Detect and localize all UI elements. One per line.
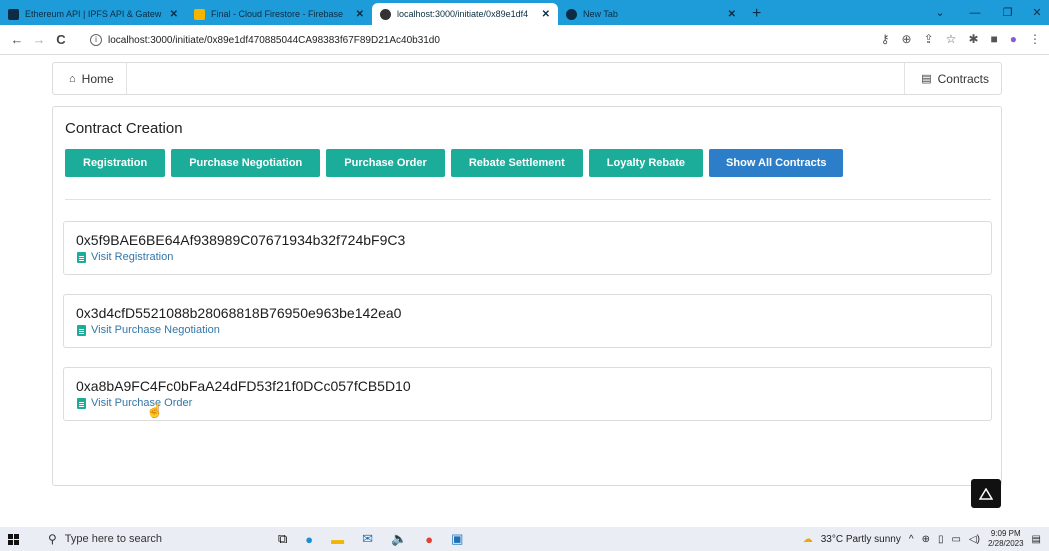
divider <box>65 199 991 200</box>
nav-contracts-label: Contracts <box>937 71 989 86</box>
contract-address: 0x3d4cfD5521088b28068818B76950e963be142e… <box>76 305 402 321</box>
contract-type-buttons: Registration Purchase Negotiation Purcha… <box>65 149 844 177</box>
triangle-up-icon <box>979 487 993 500</box>
tab-label: New Tab <box>583 9 618 19</box>
notification-icon[interactable]: ▤ <box>1032 534 1041 545</box>
store-icon[interactable]: ▣ <box>451 531 463 547</box>
home-icon: ⌂ <box>69 72 76 85</box>
chrome-icon <box>566 8 577 20</box>
sidebar-icon[interactable]: ■ <box>991 32 998 46</box>
contract-address: 0x5f9BAE6BE64Af938989C07671934b32f724bF9… <box>76 232 406 248</box>
visit-link-label: Visit Purchase Order <box>91 397 193 409</box>
close-window-icon[interactable]: ✕ <box>1025 0 1049 25</box>
chevron-up-icon[interactable]: ^ <box>909 534 914 545</box>
loyalty-rebate-button[interactable]: Loyalty Rebate <box>588 149 704 177</box>
menu-kebab-icon[interactable]: ⋮ <box>1029 32 1041 46</box>
profile-avatar[interactable]: ● <box>1010 32 1017 46</box>
tablet-icon[interactable]: ▯ <box>938 534 944 545</box>
clock[interactable]: 9:09 PM 2/28/2023 <box>988 529 1024 549</box>
clock-time: 9:09 PM <box>990 529 1021 538</box>
purchase-order-button[interactable]: Purchase Order <box>326 149 445 177</box>
hand-cursor-icon: ☝ <box>146 402 164 418</box>
browser-tab-ethereum-api[interactable]: Ethereum API | IPFS API & Gatew ✕ <box>0 3 186 25</box>
system-tray: ☁ 33°C Partly sunny ^ ⊕ ▯ ▭ ◁) 9:09 PM 2… <box>803 527 1041 551</box>
page-content: ⌂ Home ▤ Contracts Contract Creation Reg… <box>0 56 1049 522</box>
nav-contracts-link[interactable]: ▤ Contracts <box>904 63 1001 94</box>
weather-icon: ☁ <box>802 533 813 545</box>
windows-start-icon[interactable] <box>0 527 26 551</box>
tab-label: Ethereum API | IPFS API & Gatew <box>25 9 162 19</box>
firebase-icon <box>194 8 205 20</box>
share-icon[interactable]: ⇪ <box>924 32 934 46</box>
address-toolbar: ← → C i localhost:3000/initiate/0x89e1df… <box>0 25 1049 55</box>
browser-tab-firestore[interactable]: Final - Cloud Firestore - Firebase ✕ <box>186 3 372 25</box>
zoom-icon[interactable]: ⊕ <box>902 32 912 46</box>
reload-icon[interactable]: C <box>50 32 72 47</box>
globe-icon <box>380 8 391 20</box>
url-text: localhost:3000/initiate/0x89e1df47088504… <box>108 34 440 46</box>
clock-date: 2/28/2023 <box>987 539 1024 548</box>
file-icon <box>77 324 86 336</box>
browser-tab-strip: Ethereum API | IPFS API & Gatew ✕ Final … <box>0 0 1049 25</box>
visit-link[interactable]: Visit Purchase Negotiation <box>77 324 220 336</box>
network-icon[interactable]: ⊕ <box>922 534 930 545</box>
close-icon[interactable]: ✕ <box>542 9 550 20</box>
tab-label: localhost:3000/initiate/0x89e1df4 <box>397 9 529 19</box>
key-icon[interactable]: ⚷ <box>881 32 890 46</box>
windows-taskbar: ⚲ Type here to search ⧉ ● ▬ ✉ 🔈 ● ▣ ☁ 33… <box>0 527 1049 551</box>
contract-address: 0xa8bA9FC4Fc0bFaA24dFD53f21f0DCc057fCB5D… <box>76 378 411 394</box>
minimize-icon[interactable]: — <box>960 0 990 25</box>
nav-home-label: Home <box>81 71 114 86</box>
registration-button[interactable]: Registration <box>65 149 166 177</box>
forward-arrow-icon[interactable]: → <box>28 32 50 47</box>
close-icon[interactable]: ✕ <box>356 9 364 20</box>
battery-icon[interactable]: ▭ <box>951 534 960 545</box>
close-icon[interactable]: ✕ <box>170 9 178 20</box>
contract-creation-card: Contract Creation Registration Purchase … <box>52 106 1002 486</box>
url-bar[interactable]: i localhost:3000/initiate/0x89e1df470885… <box>90 30 890 50</box>
visit-link-label: Visit Purchase Negotiation <box>91 324 220 336</box>
restore-icon[interactable]: ❐ <box>995 0 1020 25</box>
mail-icon[interactable]: ✉ <box>362 531 373 547</box>
back-arrow-icon[interactable]: ← <box>6 32 28 47</box>
contract-entry: 0x3d4cfD5521088b28068818B76950e963be142e… <box>63 294 992 348</box>
contract-entry: 0x5f9BAE6BE64Af938989C07671934b32f724bF9… <box>63 221 992 275</box>
edge-icon[interactable]: ● <box>305 532 313 547</box>
grid-icon <box>8 8 19 20</box>
search-placeholder: Type here to search <box>64 533 163 545</box>
page-title: Contract Creation <box>65 120 183 137</box>
browser-tab-new-tab[interactable]: New Tab ✕ <box>558 3 744 25</box>
chrome-icon[interactable]: ● <box>425 532 433 547</box>
visit-link[interactable]: Visit Registration <box>77 251 173 263</box>
top-navbar: ⌂ Home ▤ Contracts <box>52 62 1002 95</box>
taskbar-pinned-apps: ⧉ ● ▬ ✉ 🔈 ● ▣ <box>278 527 463 551</box>
browser-tab-localhost[interactable]: localhost:3000/initiate/0x89e1df4 ✕ <box>372 3 558 25</box>
info-icon[interactable]: i <box>90 34 102 46</box>
taskbar-search[interactable]: ⚲ Type here to search <box>48 527 162 551</box>
extensions-icon[interactable]: ✱ <box>968 32 978 46</box>
file-icon <box>77 397 86 409</box>
star-icon[interactable]: ☆ <box>946 32 957 46</box>
show-all-contracts-button[interactable]: Show All Contracts <box>709 149 844 177</box>
visit-link[interactable]: Visit Purchase Order <box>77 397 192 409</box>
tab-label: Final - Cloud Firestore - Firebase <box>211 9 344 19</box>
file-icon <box>77 251 86 263</box>
new-tab-button[interactable]: + <box>752 3 761 25</box>
document-icon: ▤ <box>921 73 932 85</box>
weather-text[interactable]: 33°C Partly sunny <box>821 534 901 545</box>
browser-tool-icons: ⚷ ⊕ ⇪ ☆ ✱ ■ ● ⋮ <box>881 32 1041 46</box>
close-icon[interactable]: ✕ <box>728 9 736 20</box>
nav-home-link[interactable]: ⌂ Home <box>53 63 127 94</box>
purchase-negotiation-button[interactable]: Purchase Negotiation <box>171 149 321 177</box>
search-icon: ⚲ <box>48 532 57 546</box>
contract-entry: 0xa8bA9FC4Fc0bFaA24dFD53f21f0DCc057fCB5D… <box>63 367 992 421</box>
visit-link-label: Visit Registration <box>91 251 174 263</box>
chevron-down-icon[interactable]: ⌄ <box>930 0 950 25</box>
speaker-icon[interactable]: ◁) <box>969 534 980 545</box>
task-view-icon[interactable]: ⧉ <box>278 531 287 547</box>
file-explorer-icon[interactable]: ▬ <box>331 532 344 547</box>
scroll-to-top-button[interactable] <box>971 479 1001 508</box>
volume-icon[interactable]: 🔈 <box>391 531 407 547</box>
rebate-settlement-button[interactable]: Rebate Settlement <box>450 149 583 177</box>
